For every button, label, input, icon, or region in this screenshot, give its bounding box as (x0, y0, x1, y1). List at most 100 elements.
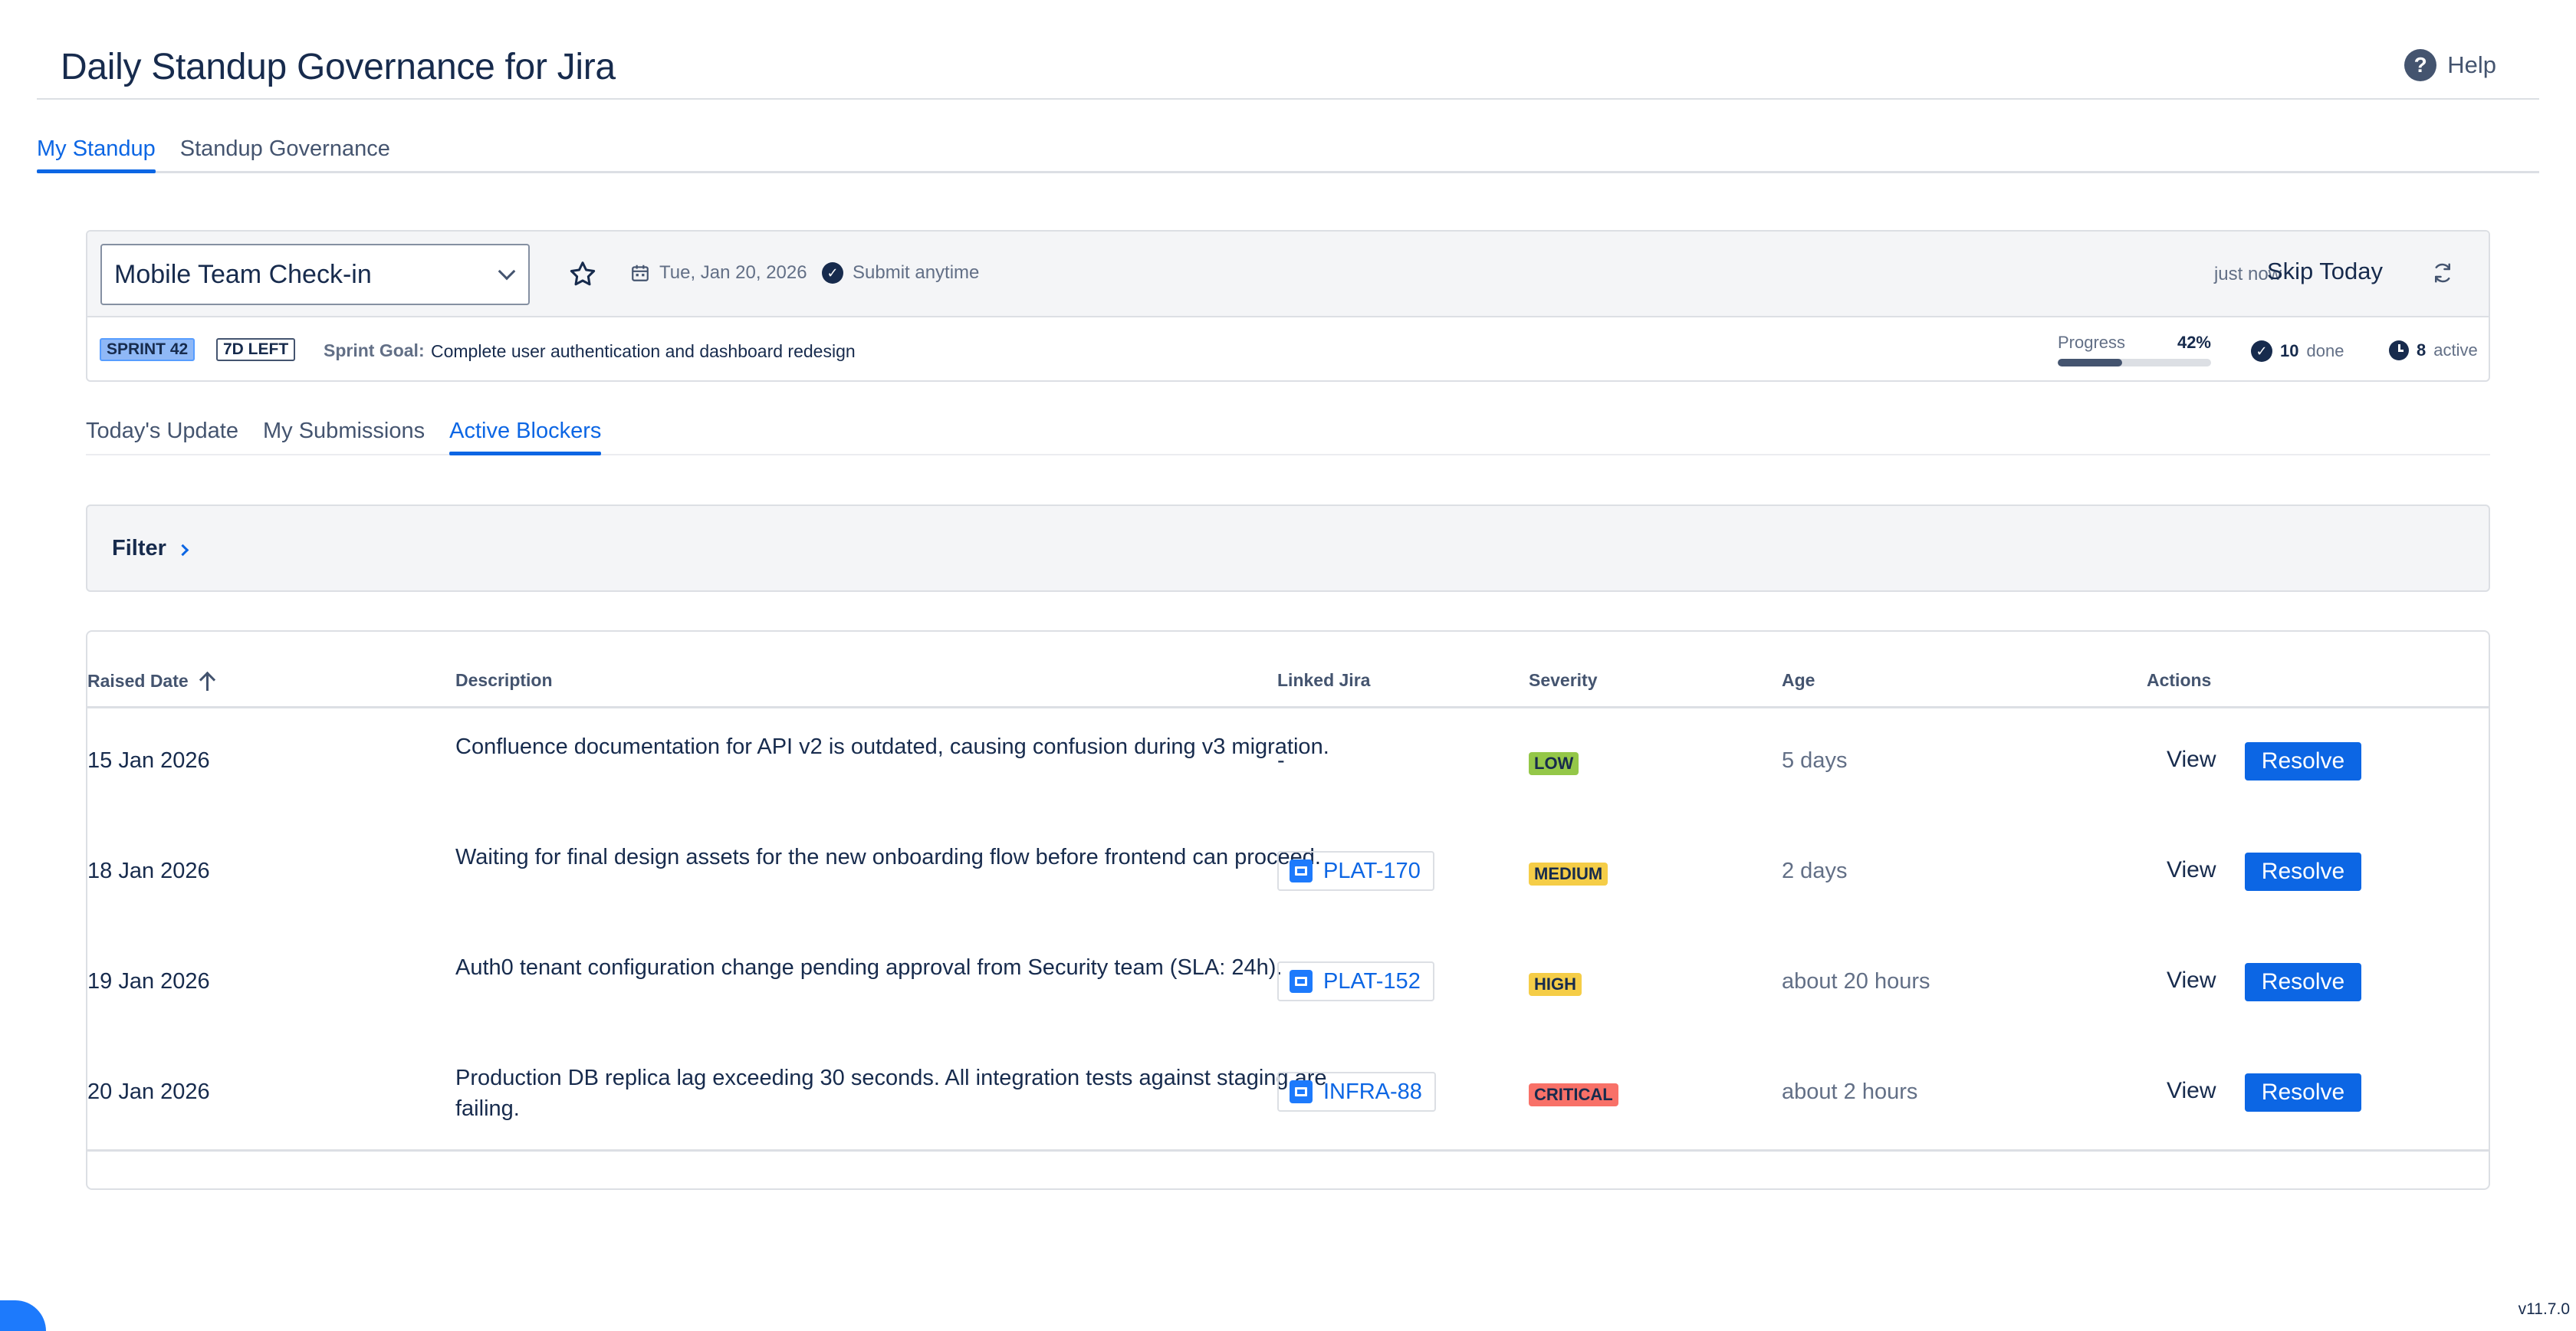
chevron-right-icon (176, 544, 189, 556)
linked-jira-cell: INFRA-88 (1277, 1072, 1436, 1112)
top-tabs: My Standup Standup Governance (37, 129, 2539, 173)
sprint-progress: Progress 42% (2058, 333, 2211, 366)
column-header-raised-date[interactable]: Raised Date (87, 670, 215, 692)
done-stat: ✓ 10 done (2251, 340, 2344, 362)
resolve-button[interactable]: Resolve (2245, 1073, 2361, 1112)
table-row: 18 Jan 2026 Waiting for final design ass… (87, 819, 2489, 929)
tab-my-submissions[interactable]: My Submissions (263, 414, 425, 454)
standup-select[interactable]: Mobile Team Check-in (100, 244, 530, 305)
description-cell: Production DB replica lag exceeding 30 s… (455, 1066, 1327, 1121)
active-count: 8 (2417, 340, 2426, 360)
clock-icon (2389, 340, 2409, 360)
progress-percent: 42% (2177, 333, 2211, 352)
filter-toggle[interactable]: Filter (86, 504, 2490, 592)
blockers-table: Raised Date Description Linked Jira Seve… (86, 630, 2490, 1190)
linked-jira-cell: PLAT-170 (1277, 851, 1434, 891)
standup-date: Tue, Jan 20, 2026 (630, 262, 807, 284)
sprint-info-bar: SPRINT 42 7D LEFT Sprint Goal: Complete … (87, 317, 2489, 380)
favorite-button[interactable] (561, 253, 604, 296)
standup-context-card: Mobile Team Check-in Tue, Jan 20, 2026 ✓… (86, 230, 2490, 382)
column-header-age: Age (1782, 670, 1815, 690)
header-divider (37, 98, 2539, 100)
table-row: 19 Jan 2026 Auth0 tenant configuration c… (87, 929, 2489, 1040)
tab-my-standup[interactable]: My Standup (37, 129, 156, 173)
check-circle-icon: ✓ (822, 262, 843, 284)
tab-active-blockers[interactable]: Active Blockers (449, 414, 602, 455)
jira-issue-icon (1290, 1080, 1313, 1103)
severity-cell: MEDIUM (1529, 860, 1608, 886)
view-button[interactable]: View (2167, 968, 2216, 994)
sprint-badge: SPRINT 42 (100, 338, 196, 361)
jira-issue-icon (1290, 859, 1313, 882)
table-footer-divider (87, 1149, 2489, 1152)
days-left-badge: 7D LEFT (216, 338, 296, 361)
chevron-down-icon (498, 262, 516, 281)
app-page: Daily Standup Governance for Jira ? Help… (0, 0, 2576, 1331)
refresh-button[interactable] (2427, 258, 2458, 288)
raised-date-header-label: Raised Date (87, 670, 189, 691)
help-icon: ? (2404, 49, 2437, 81)
raised-date-cell: 15 Jan 2026 (87, 748, 210, 773)
table-row: 15 Jan 2026 Confluence documentation for… (87, 708, 2489, 819)
view-button[interactable]: View (2167, 857, 2216, 883)
standup-date-text: Tue, Jan 20, 2026 (659, 262, 807, 283)
refresh-icon (2435, 263, 2450, 283)
sort-ascending-icon[interactable] (199, 670, 215, 692)
severity-badge-high: HIGH (1529, 973, 1582, 996)
check-circle-icon: ✓ (2251, 340, 2272, 362)
sprint-goal-text: Complete user authentication and dashboa… (431, 341, 856, 361)
jira-issue-link[interactable]: PLAT-170 (1277, 851, 1434, 891)
severity-badge-low: LOW (1529, 752, 1579, 775)
filter-label: Filter (112, 535, 166, 560)
sprint-goal-label: Sprint Goal: (324, 340, 425, 360)
raised-date-cell: 20 Jan 2026 (87, 1080, 210, 1104)
linked-jira-empty: - (1277, 748, 1285, 773)
resolve-button[interactable]: Resolve (2245, 742, 2361, 781)
calendar-icon (632, 265, 649, 281)
raised-date-cell: 18 Jan 2026 (87, 859, 210, 883)
description-cell: Waiting for final design assets for the … (455, 845, 1321, 869)
age-cell: 2 days (1782, 859, 1848, 883)
jira-issue-link[interactable]: PLAT-152 (1277, 961, 1434, 1001)
table-header: Raised Date Description Linked Jira Seve… (87, 632, 2489, 708)
view-button[interactable]: View (2167, 747, 2216, 773)
jira-issue-link[interactable]: INFRA-88 (1277, 1072, 1436, 1112)
column-header-linked-jira: Linked Jira (1277, 670, 1371, 690)
jira-issue-key: PLAT-170 (1323, 858, 1421, 883)
severity-cell: LOW (1529, 750, 1579, 775)
jira-issue-icon (1290, 970, 1313, 993)
severity-cell: CRITICAL (1529, 1081, 1618, 1106)
resolve-button[interactable]: Resolve (2245, 963, 2361, 1001)
tab-standup-governance[interactable]: Standup Governance (180, 129, 390, 171)
raised-date-cell: 19 Jan 2026 (87, 969, 210, 994)
active-label: active (2433, 340, 2478, 360)
page-title: Daily Standup Governance for Jira (61, 47, 616, 87)
star-icon (570, 261, 596, 286)
age-cell: 5 days (1782, 748, 1848, 773)
help-label: Help (2447, 51, 2496, 78)
done-label: done (2306, 341, 2344, 360)
view-button[interactable]: View (2167, 1078, 2216, 1104)
jira-issue-key: PLAT-152 (1323, 968, 1421, 994)
tab-todays-update[interactable]: Today's Update (86, 414, 238, 454)
resolve-button[interactable]: Resolve (2245, 853, 2361, 891)
severity-badge-medium: MEDIUM (1529, 863, 1608, 886)
description-cell: Auth0 tenant configuration change pendin… (455, 955, 1283, 980)
linked-jira-cell: PLAT-152 (1277, 961, 1434, 1001)
skip-today-button[interactable]: Skip Today (2267, 258, 2383, 285)
description-cell: Confluence documentation for API v2 is o… (455, 735, 1329, 759)
progress-bar-fill (2058, 359, 2122, 366)
submit-window: ✓ Submit anytime (822, 262, 979, 284)
severity-badge-critical: CRITICAL (1529, 1083, 1618, 1106)
progress-bar (2058, 359, 2211, 366)
column-header-severity: Severity (1529, 670, 1598, 690)
done-count: 10 (2280, 341, 2299, 360)
context-toolbar: Mobile Team Check-in Tue, Jan 20, 2026 ✓… (87, 232, 2489, 317)
standup-sub-tabs: Today's Update My Submissions Active Blo… (86, 414, 2490, 455)
active-stat: 8 active (2389, 340, 2478, 360)
standup-select-value: Mobile Team Check-in (114, 259, 372, 289)
help-button[interactable]: ? Help (2404, 49, 2496, 81)
corner-accent (0, 1300, 46, 1331)
column-header-description: Description (455, 670, 553, 690)
progress-label: Progress (2058, 333, 2126, 352)
